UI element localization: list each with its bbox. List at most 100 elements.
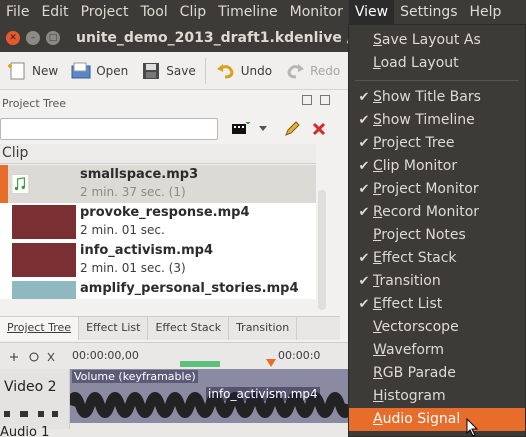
view-menu-item[interactable]: ✔ Effect List — [349, 293, 525, 316]
view-menu-item[interactable]: ✔ Effect Stack — [349, 247, 525, 270]
menu-monitor[interactable]: Monitor — [284, 0, 349, 24]
view-menu-item[interactable]: Vectorscope — [349, 316, 525, 339]
open-icon — [71, 62, 91, 78]
search-input[interactable] — [0, 118, 218, 140]
clip-name: provoke_response.mp4 — [80, 205, 250, 220]
view-menu-item[interactable]: ✔ Transition — [349, 270, 525, 293]
menu-file[interactable]: File — [0, 0, 35, 24]
view-menu-item[interactable]: Load Layout — [349, 52, 525, 75]
menu-view[interactable]: View — [348, 0, 395, 24]
view-menu-item[interactable]: ✔ Show Timeline — [349, 109, 525, 132]
minimize-icon[interactable]: – — [26, 31, 40, 45]
timecode-next: 00:00:0 — [278, 349, 321, 362]
tab-transition[interactable]: Transition — [229, 317, 298, 340]
mouse-cursor-icon — [466, 418, 479, 437]
save-label: Save — [166, 63, 196, 78]
audio-note-icon — [12, 174, 30, 194]
check-icon: ✔ — [358, 113, 370, 128]
clip-meta: 2 min. 01 sec. — [80, 223, 165, 237]
view-menu-item[interactable]: Save Layout As — [349, 29, 525, 52]
add-clip-icon[interactable] — [232, 122, 250, 136]
view-menu-item[interactable]: RGB Parade — [349, 362, 525, 385]
undo-label: Undo — [240, 63, 273, 78]
clip-thumbnail — [12, 205, 76, 239]
list-item[interactable]: smallspace.mp3 2 min. 37 sec. (1) — [0, 165, 316, 203]
menu-tool[interactable]: Tool — [134, 0, 173, 24]
menu-project[interactable]: Project — [75, 0, 135, 24]
menu-settings[interactable]: Settings — [394, 0, 463, 24]
list-item[interactable]: info_activism.mp4 2 min. 01 sec. (3) — [0, 241, 316, 279]
redo-icon — [287, 63, 305, 78]
tab-effect-list[interactable]: Effect List — [79, 317, 149, 340]
check-icon: ✔ — [358, 159, 370, 174]
menu-edit[interactable]: Edit — [35, 0, 74, 24]
view-menu-item[interactable]: ✔ Project Tree — [349, 132, 525, 155]
maximize-icon[interactable]: □ — [46, 31, 60, 45]
edit-icon[interactable] — [284, 121, 300, 137]
undo-icon — [216, 63, 234, 78]
check-icon: ✔ — [358, 205, 370, 220]
clip-name: smallspace.mp3 — [80, 167, 199, 182]
menu-bar: File Edit Project Tool Clip Timeline Mon… — [0, 0, 526, 24]
view-menu-item[interactable]: ✔ Record Monitor — [349, 201, 525, 224]
check-icon: ✔ — [358, 274, 370, 289]
undo-button[interactable]: Undo — [209, 56, 278, 86]
view-menu-item[interactable]: Histogram — [349, 385, 525, 408]
dock-tabs: Project Tree Effect List Effect Stack Tr… — [0, 316, 340, 340]
view-menu-item[interactable]: ✔ Clip Monitor — [349, 155, 525, 178]
clip-name: amplify_personal_stories.mp4 — [80, 281, 299, 296]
dock-close-icon[interactable] — [320, 95, 330, 105]
playhead-icon[interactable] — [266, 359, 276, 367]
check-icon: ✔ — [358, 297, 370, 312]
redo-label: Redo — [310, 63, 341, 78]
delete-icon[interactable] — [312, 122, 326, 136]
list-item[interactable]: amplify_personal_stories.mp4 — [0, 279, 316, 299]
clip-meta: 2 min. 37 sec. (1) — [80, 185, 186, 199]
check-icon: ✔ — [358, 90, 370, 105]
view-menu-item[interactable]: ✔ Project Monitor — [349, 178, 525, 201]
zone-marker — [180, 361, 220, 367]
keyframe-label: Volume (keyframable) — [72, 370, 198, 383]
dock-float-icon[interactable] — [302, 95, 312, 105]
timeline-ruler-icons — [10, 352, 55, 362]
timeline-clip[interactable]: Volume (keyframable) info_activism.mp4 — [70, 369, 350, 423]
check-icon: ✔ — [358, 182, 370, 197]
track-label: Video 2 — [4, 379, 57, 395]
check-icon: ✔ — [358, 251, 370, 266]
list-item[interactable]: provoke_response.mp4 2 min. 01 sec. — [0, 203, 316, 241]
track-controls-icon[interactable] — [4, 409, 64, 419]
close-icon[interactable]: ✕ — [6, 31, 20, 45]
track-header: Video 2 — [0, 369, 70, 429]
save-icon — [143, 62, 160, 79]
selection-marker — [0, 165, 8, 203]
view-menu-item[interactable]: Waveform — [349, 339, 525, 362]
new-icon — [8, 62, 25, 79]
clip-column-header: Clip — [0, 144, 316, 164]
clip-thumbnail — [12, 281, 76, 299]
save-button[interactable]: Save — [134, 56, 201, 86]
timecode-start: 00:00:00,00 — [72, 349, 139, 362]
view-menu-dropdown: Save Layout As Load Layout ✔ Show Title B… — [348, 24, 526, 437]
toolbar-separator — [204, 57, 206, 84]
check-icon: ✔ — [358, 136, 370, 151]
menu-clip[interactable]: Clip — [174, 0, 212, 24]
redo-button[interactable]: Redo — [278, 56, 346, 86]
project-tree-title: Project Tree — [2, 96, 67, 110]
menu-help[interactable]: Help — [464, 0, 508, 24]
view-menu-item[interactable]: Project Notes — [349, 224, 525, 247]
tab-effect-stack[interactable]: Effect Stack — [148, 317, 230, 340]
open-button[interactable]: Open — [64, 56, 134, 86]
menu-timeline[interactable]: Timeline — [212, 0, 284, 24]
clip-meta: 2 min. 01 sec. (3) — [80, 261, 186, 275]
new-label: New — [32, 63, 59, 78]
new-button[interactable]: New — [0, 56, 64, 86]
view-menu-item[interactable]: ✔ Show Title Bars — [349, 86, 525, 109]
open-label: Open — [96, 63, 129, 78]
timeline-clip-title: info_activism.mp4 — [206, 387, 320, 401]
chevron-down-icon[interactable] — [258, 125, 268, 133]
project-search-row — [0, 116, 340, 142]
tab-project-tree[interactable]: Project Tree — [0, 317, 80, 340]
view-menu-item-highlighted[interactable]: Audio Signal — [349, 408, 525, 431]
clip-thumbnail — [12, 243, 76, 277]
clip-list-scrollbar[interactable] — [318, 190, 326, 310]
